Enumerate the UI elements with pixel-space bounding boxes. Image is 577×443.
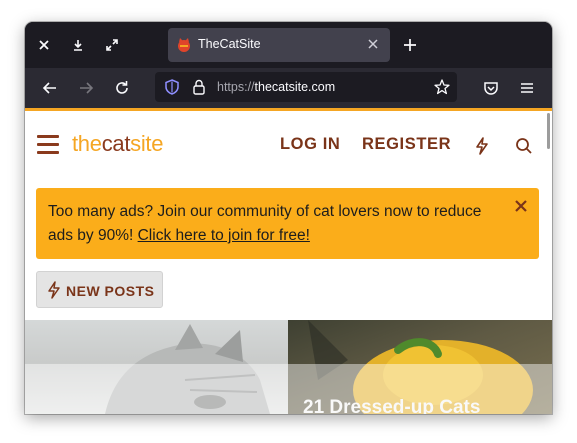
forward-icon[interactable] xyxy=(76,78,96,98)
search-icon[interactable] xyxy=(514,136,534,156)
lightning-icon[interactable] xyxy=(472,136,492,156)
new-tab-icon[interactable] xyxy=(400,35,420,55)
download-icon[interactable] xyxy=(68,35,88,55)
browser-window: TheCatSite https://thecatsite.com thecat… xyxy=(25,22,552,414)
new-posts-label: NEW POSTS xyxy=(66,283,155,299)
ad-banner-text: Too many ads? Join our community of cat … xyxy=(48,200,508,248)
site-header: thecatsite LOG IN REGISTER xyxy=(25,111,552,179)
join-free-link[interactable]: Click here to join for free! xyxy=(138,227,310,244)
logo-site: site xyxy=(130,131,164,156)
url-scheme: https:// xyxy=(217,80,255,94)
close-banner-icon[interactable] xyxy=(514,199,528,213)
site-favicon xyxy=(178,38,190,52)
new-posts-button[interactable]: NEW POSTS xyxy=(36,271,163,308)
lightning-icon xyxy=(47,281,61,299)
reload-icon[interactable] xyxy=(112,78,132,98)
tab-title: TheCatSite xyxy=(198,37,261,51)
tab-close-icon[interactable] xyxy=(366,36,380,52)
cards-fade-overlay xyxy=(25,364,552,414)
site-logo[interactable]: thecatsite xyxy=(72,131,163,157)
register-link[interactable]: REGISTER xyxy=(362,135,451,154)
star-icon[interactable] xyxy=(433,78,451,96)
lock-icon[interactable] xyxy=(191,78,207,96)
pocket-icon[interactable] xyxy=(481,78,501,98)
nav-bar: https://thecatsite.com xyxy=(25,68,552,108)
ad-banner: Too many ads? Join our community of cat … xyxy=(36,188,539,259)
page-viewport: thecatsite LOG IN REGISTER Too many ads?… xyxy=(25,111,552,414)
shield-icon[interactable] xyxy=(163,78,181,96)
tab-thecatsite[interactable]: TheCatSite xyxy=(168,28,390,62)
hamburger-menu-icon[interactable] xyxy=(37,135,59,155)
menu-icon[interactable] xyxy=(517,78,537,98)
logo-the: the xyxy=(72,131,102,156)
expand-icon[interactable] xyxy=(102,35,122,55)
back-icon[interactable] xyxy=(40,78,60,98)
tab-strip: TheCatSite xyxy=(25,22,552,68)
url-bar[interactable]: https://thecatsite.com xyxy=(155,72,457,102)
url-host: thecatsite.com xyxy=(254,80,336,94)
logo-cat: cat xyxy=(101,131,131,156)
login-link[interactable]: LOG IN xyxy=(280,135,340,154)
close-window-icon[interactable] xyxy=(34,35,54,55)
url-text[interactable]: https://thecatsite.com xyxy=(217,80,335,94)
